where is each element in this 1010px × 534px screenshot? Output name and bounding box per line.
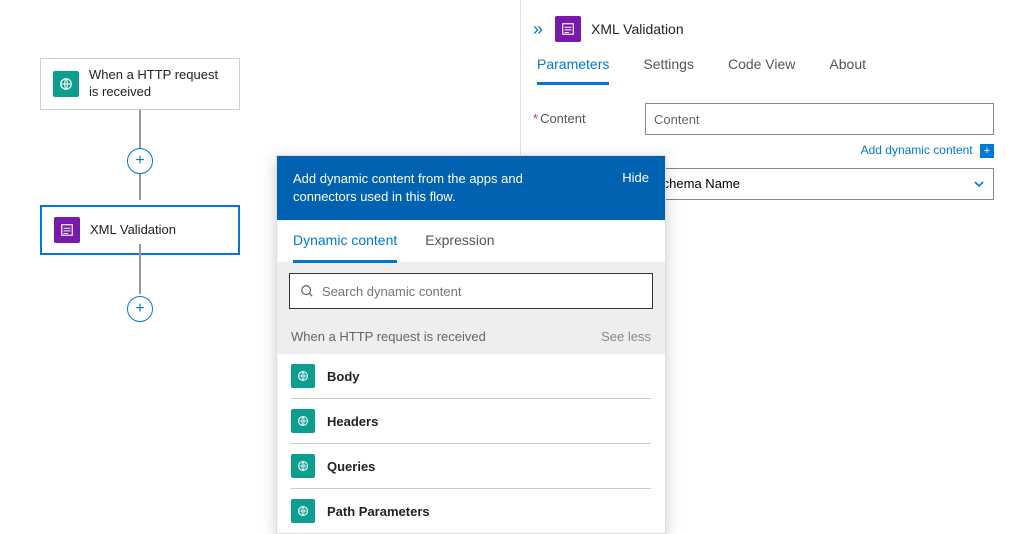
add-dynamic-link[interactable]: Add dynamic content	[861, 143, 973, 157]
schema-select-label: Schema Name	[654, 176, 740, 191]
node-label: XML Validation	[90, 222, 176, 239]
http-icon	[53, 71, 79, 97]
http-icon	[291, 499, 315, 523]
dc-item-label: Headers	[327, 414, 378, 429]
form-row-content: *Content	[533, 103, 994, 135]
dc-group-header: When a HTTP request is received See less	[277, 319, 665, 354]
chevron-down-icon	[973, 178, 985, 190]
dc-group-title: When a HTTP request is received	[291, 329, 486, 344]
http-icon	[291, 364, 315, 388]
dynamic-content-popup: Add dynamic content from the apps and co…	[276, 155, 666, 534]
content-label: *Content	[533, 103, 645, 126]
xml-validation-icon	[555, 16, 581, 42]
panel-tabs: Parameters Settings Code View About	[533, 56, 994, 85]
add-step-button-2[interactable]: +	[127, 296, 153, 322]
tab-settings[interactable]: Settings	[643, 56, 694, 85]
dc-item-path-parameters[interactable]: Path Parameters	[291, 489, 651, 533]
http-icon	[291, 454, 315, 478]
collapse-icon[interactable]: »	[533, 19, 543, 40]
search-box[interactable]	[289, 273, 653, 309]
add-step-button-1[interactable]: +	[127, 148, 153, 174]
dc-item-label: Path Parameters	[327, 504, 430, 519]
add-dynamic-badge-icon: +	[980, 144, 994, 158]
dc-item-label: Body	[327, 369, 360, 384]
search-icon	[300, 284, 314, 298]
content-input[interactable]	[645, 103, 994, 135]
popup-header: Add dynamic content from the apps and co…	[277, 156, 665, 220]
tab-expression[interactable]: Expression	[425, 232, 494, 262]
node-http-trigger[interactable]: When a HTTP request is received	[40, 58, 240, 110]
popup-header-text: Add dynamic content from the apps and co…	[293, 170, 573, 206]
popup-tabs: Dynamic content Expression	[277, 220, 665, 263]
tab-parameters[interactable]: Parameters	[537, 56, 609, 85]
tab-codeview[interactable]: Code View	[728, 56, 795, 85]
tab-about[interactable]: About	[829, 56, 866, 85]
schema-select[interactable]: Schema Name	[645, 168, 994, 200]
search-input[interactable]	[322, 284, 642, 299]
xml-validation-icon	[54, 217, 80, 243]
panel-title: XML Validation	[591, 21, 684, 37]
dc-item-label: Queries	[327, 459, 375, 474]
node-label: When a HTTP request is received	[89, 67, 227, 101]
search-wrap	[277, 263, 665, 319]
dc-list: Body Headers Queries Path Parameters	[277, 354, 665, 533]
dc-item-headers[interactable]: Headers	[291, 399, 651, 444]
see-less-link[interactable]: See less	[601, 329, 651, 344]
http-icon	[291, 409, 315, 433]
tab-dynamic-content[interactable]: Dynamic content	[293, 232, 397, 263]
panel-header: » XML Validation	[533, 10, 994, 56]
connector-line	[139, 244, 141, 294]
dc-item-queries[interactable]: Queries	[291, 444, 651, 489]
dc-item-body[interactable]: Body	[291, 354, 651, 399]
hide-button[interactable]: Hide	[622, 170, 649, 185]
